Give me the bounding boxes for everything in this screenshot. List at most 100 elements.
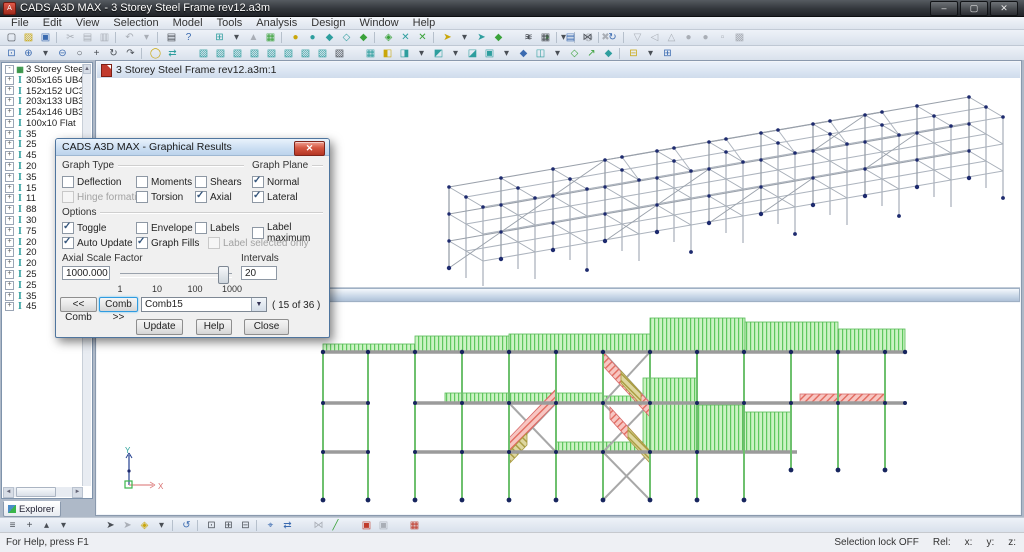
menu-item[interactable]: Model — [166, 17, 210, 30]
tree-item[interactable]: + I 152x152 UC37 — [3, 86, 83, 97]
swap-view-icon[interactable]: ⇄ — [164, 47, 181, 60]
help-button[interactable]: Help — [196, 319, 232, 335]
checkbox-axial[interactable]: Axial — [195, 191, 232, 203]
expand-icon[interactable]: + — [5, 151, 14, 160]
window-tile-dropdown-icon[interactable]: ▾ — [642, 47, 659, 60]
print-icon[interactable]: ▤ — [163, 31, 180, 44]
select-filter-icon[interactable]: ◈ — [136, 519, 153, 532]
axial-scale-slider[interactable] — [120, 273, 232, 278]
lock-off-icon[interactable]: ▣ — [375, 519, 392, 532]
checkbox-normal[interactable]: Normal — [252, 176, 299, 188]
tree-filter-icon[interactable]: ≡ — [4, 519, 21, 532]
window-new-icon[interactable]: ⊞ — [659, 47, 676, 60]
menu-item[interactable]: Design — [304, 17, 352, 30]
expand-icon[interactable]: + — [5, 248, 14, 257]
close-button[interactable]: ✕ — [990, 1, 1018, 16]
update-button[interactable]: Update — [136, 319, 183, 335]
zoom-in-icon[interactable]: ⊕ — [20, 47, 37, 60]
render-shade-icon[interactable]: ◧ — [379, 47, 396, 60]
grid-icon[interactable]: ⊞ — [211, 31, 228, 44]
expand-icon[interactable]: + — [5, 205, 14, 214]
checkbox-hinge-formation[interactable]: Hinge formation — [62, 191, 148, 203]
render-x-icon[interactable]: ▣ — [481, 47, 498, 60]
render-dropdown-icon[interactable]: ▾ — [413, 47, 430, 60]
checkbox-labels[interactable]: Labels — [195, 222, 239, 234]
checkbox-graph-fills[interactable]: Graph Fills — [136, 237, 199, 249]
expand-icon[interactable]: + — [5, 227, 14, 236]
slider-thumb[interactable] — [218, 266, 229, 284]
checkbox-shears[interactable]: Shears — [195, 176, 242, 188]
result6-icon[interactable]: ▫ — [714, 31, 731, 44]
result1-icon[interactable]: ▽ — [629, 31, 646, 44]
menu-item[interactable]: File — [4, 17, 36, 30]
expand-icon[interactable]: + — [5, 259, 14, 268]
render-ghost-icon[interactable]: ◪ — [464, 47, 481, 60]
tag3-icon[interactable]: ◆ — [490, 31, 507, 44]
sync-icon[interactable]: ⇄ — [279, 519, 296, 532]
tree-root-item[interactable]: - ▦ 3 Storey Steel Fram — [3, 64, 83, 75]
dropdown-arrow-icon[interactable]: ▼ — [251, 298, 266, 311]
intervals-input[interactable]: 20 — [241, 266, 277, 280]
render-solid-icon[interactable]: ◩ — [430, 47, 447, 60]
checkbox-lateral[interactable]: Lateral — [252, 191, 298, 203]
tree-item[interactable]: + I 100x10 Flat — [3, 118, 83, 129]
menu-item[interactable]: View — [69, 17, 107, 30]
expand-icon[interactable]: + — [5, 270, 14, 279]
explorer-tab[interactable]: Explorer — [3, 501, 61, 517]
expand-icon[interactable]: + — [5, 238, 14, 247]
view-3-icon[interactable]: ⊟ — [237, 519, 254, 532]
tree-expand-icon[interactable]: ▾ — [55, 519, 72, 532]
save-icon[interactable]: ▣ — [37, 31, 54, 44]
delete-member-icon[interactable]: ✕ — [397, 31, 414, 44]
orbit-icon[interactable]: ↻ — [105, 47, 122, 60]
expand-icon[interactable]: + — [5, 97, 14, 106]
expand-icon[interactable]: + — [5, 216, 14, 225]
tree-item[interactable]: + I 254x146 UB31 — [3, 107, 83, 118]
support-icon[interactable]: ◇ — [338, 31, 355, 44]
walk-icon[interactable]: ↷ — [122, 47, 139, 60]
document-title-bar[interactable]: 3 Storey Steel Frame rev12.a3m:1 — [97, 62, 1020, 79]
show-fills-icon[interactable]: ◆ — [600, 47, 617, 60]
select-filter-dropdown-icon[interactable]: ▾ — [153, 519, 170, 532]
checkbox-label-selected-only[interactable]: Label selected only — [208, 237, 309, 249]
view-1-icon[interactable]: ⊡ — [203, 519, 220, 532]
checkbox-moments[interactable]: Moments — [136, 176, 192, 188]
zoom-window-icon[interactable]: ⊡ — [3, 47, 20, 60]
render-x-dropdown-icon[interactable]: ▾ — [498, 47, 515, 60]
grid-dropdown-icon[interactable]: ▾ — [228, 31, 245, 44]
open-icon[interactable]: ▨ — [20, 31, 37, 44]
tree-collapse-icon[interactable]: ▴ — [38, 519, 55, 532]
tree-item[interactable]: + I 203x133 UB30 — [3, 96, 83, 107]
tree-item[interactable]: + I 305x165 UB40 — [3, 75, 83, 86]
zoom-dropdown-icon[interactable]: ▾ — [37, 47, 54, 60]
checkbox-deflection[interactable]: Deflection — [62, 176, 121, 188]
scroll-left-icon[interactable]: ◄ — [3, 487, 14, 498]
undo-icon[interactable]: ↶ — [121, 31, 138, 44]
show-labels-icon[interactable]: ◇ — [566, 47, 583, 60]
view-cube-top-icon[interactable]: ▧ — [195, 47, 212, 60]
checkbox-toggle[interactable]: Toggle — [62, 222, 106, 234]
tree-horizontal-scrollbar[interactable]: ◄ ► — [3, 487, 83, 497]
checkbox-envelope[interactable]: Envelope — [136, 222, 193, 234]
result4-icon[interactable]: ● — [680, 31, 697, 44]
tree-add-icon[interactable]: + — [21, 519, 38, 532]
expand-icon[interactable]: + — [5, 86, 14, 95]
cut-icon[interactable]: ✂ — [62, 31, 79, 44]
expand-icon[interactable]: + — [5, 302, 14, 311]
report-icon[interactable]: ▤ — [562, 31, 579, 44]
scrollbar-thumb[interactable] — [16, 487, 56, 497]
result5-icon[interactable]: ● — [697, 31, 714, 44]
tag-dropdown-icon[interactable]: ▾ — [456, 31, 473, 44]
region-icon[interactable]: ◯ — [147, 47, 164, 60]
comb-previous-button[interactable]: << Comb — [60, 297, 97, 312]
history-icon[interactable]: ↺ — [178, 519, 195, 532]
expand-icon[interactable]: + — [5, 292, 14, 301]
scroll-right-icon[interactable]: ► — [72, 487, 83, 498]
axial-scale-input[interactable]: 1000.000 — [62, 266, 110, 280]
window-tile-icon[interactable]: ⊟ — [625, 47, 642, 60]
comb-select[interactable]: Comb15 ▼ — [141, 297, 267, 312]
pan-icon[interactable]: + — [88, 47, 105, 60]
show-axes-icon[interactable]: ↗ — [583, 47, 600, 60]
show-loads2-icon[interactable]: ◫ — [532, 47, 549, 60]
node-icon[interactable]: ● — [287, 31, 304, 44]
